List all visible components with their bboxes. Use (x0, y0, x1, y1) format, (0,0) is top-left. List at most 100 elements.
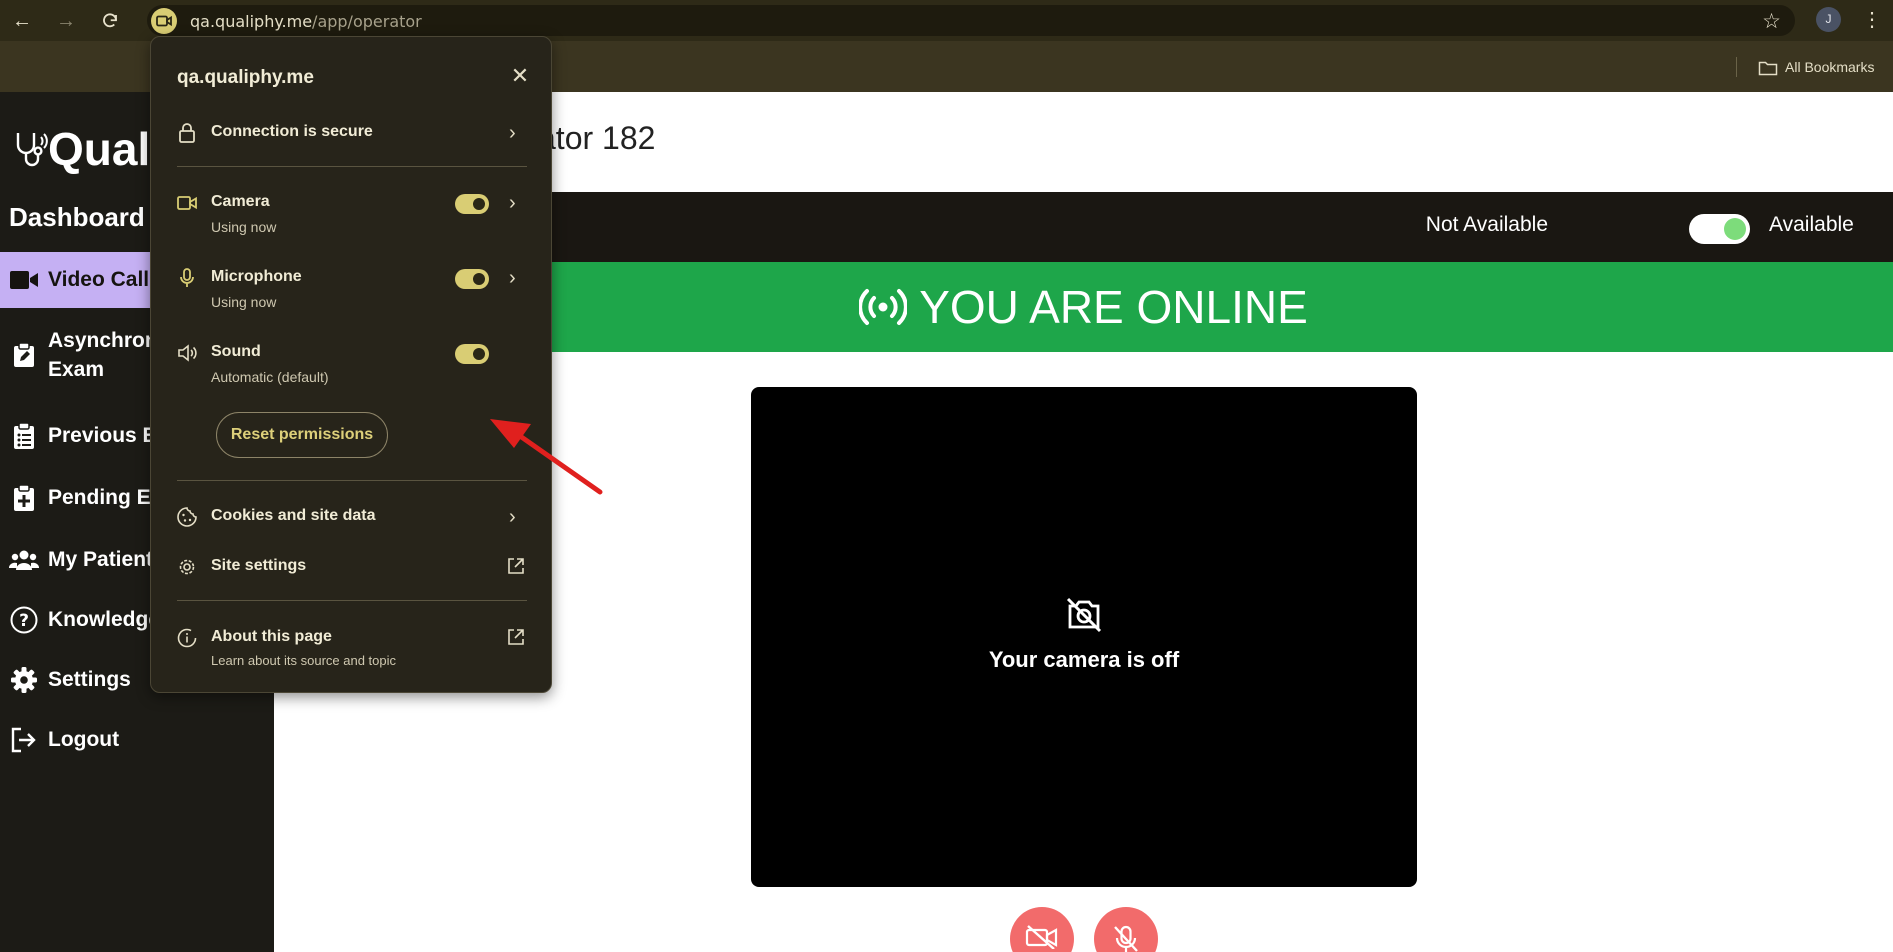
permission-status: Using now (211, 219, 277, 235)
site-info-popup: qa.qualiphy.me ✕ Connection is secure › … (150, 36, 552, 693)
reload-button[interactable] (97, 8, 123, 34)
permission-label: Camera (211, 193, 270, 210)
logo-text: Qual (48, 123, 151, 175)
settings-gear-icon (177, 556, 197, 578)
url-path: /app/operator (312, 12, 422, 31)
availability-toggle[interactable] (1689, 214, 1750, 244)
stethoscope-icon (16, 133, 48, 167)
popup-host: qa.qualiphy.me (177, 67, 314, 88)
not-available-label: Not Available (1425, 213, 1548, 236)
sidebar-item-label: Logout (48, 728, 120, 751)
chevron-right-icon[interactable]: › (509, 192, 516, 214)
permission-label: Sound (211, 343, 261, 360)
permission-status: Automatic (default) (211, 369, 329, 385)
all-bookmarks-label: All Bookmarks (1785, 59, 1875, 75)
chevron-right-icon: › (509, 122, 516, 144)
operator-name: ator 182 (538, 120, 656, 156)
microphone-icon (177, 267, 197, 289)
sidebar-item-label: Settings (48, 668, 131, 691)
lock-icon (177, 122, 197, 144)
profile-avatar[interactable]: J (1816, 7, 1841, 32)
clipboard-list-icon (0, 422, 48, 450)
connection-secure-row[interactable]: Connection is secure › (177, 122, 527, 146)
camera-icon (177, 192, 197, 214)
camera-permission-toggle[interactable] (455, 194, 489, 214)
browser-toolbar: ← → qa.qualiphy.me/app/operator ☆ J ⋮ (0, 0, 1893, 41)
available-label: Available (1769, 213, 1854, 236)
about-label: About this page (211, 628, 332, 645)
url-host: qa.qualiphy.me (190, 12, 313, 31)
toggle-microphone-button[interactable] (1094, 907, 1158, 952)
sidebar-item-label: Pending Ex (48, 486, 163, 509)
sidebar-item-label: Knowledge (48, 608, 161, 631)
sidebar-item-label: Previous E (48, 424, 157, 447)
cookies-label: Cookies and site data (211, 507, 376, 524)
external-link-icon (507, 628, 525, 651)
video-icon (0, 269, 48, 291)
camera-off-icon (751, 597, 1417, 638)
close-icon[interactable]: ✕ (508, 64, 532, 88)
toggle-knob (473, 348, 485, 360)
users-icon (0, 549, 48, 571)
back-button[interactable]: ← (9, 8, 35, 34)
all-bookmarks-button[interactable]: All Bookmarks (1758, 56, 1874, 78)
chevron-right-icon: › (509, 506, 516, 528)
microphone-permission-toggle[interactable] (455, 269, 489, 289)
toggle-knob (473, 273, 485, 285)
popup-divider (177, 166, 527, 167)
clipboard-pen-icon (0, 342, 48, 368)
cookie-icon (177, 506, 197, 528)
gear-icon (0, 666, 48, 694)
speaker-icon (177, 342, 197, 364)
bookmark-star-icon[interactable]: ☆ (1762, 9, 1781, 34)
external-link-icon (507, 557, 525, 580)
camera-off-button-icon (1025, 925, 1058, 949)
site-info-button[interactable] (151, 8, 177, 34)
info-icon (177, 627, 197, 649)
clipboard-plus-icon (0, 484, 48, 512)
permission-row-microphone[interactable]: Microphone Using now › (177, 267, 527, 315)
screen: ← → qa.qualiphy.me/app/operator ☆ J ⋮ Al… (0, 0, 1893, 952)
video-preview: Your camera is off (751, 387, 1417, 887)
sidebar-title: Dashboard (9, 202, 145, 232)
camera-off-text: Your camera is off (988, 647, 1180, 672)
toggle-knob (473, 198, 485, 210)
cookies-row[interactable]: Cookies and site data › (177, 506, 527, 530)
browser-menu-icon[interactable]: ⋮ (1862, 6, 1882, 34)
broadcast-icon (859, 289, 908, 325)
permission-label: Microphone (211, 268, 302, 285)
popup-divider (177, 600, 527, 601)
toggle-camera-button[interactable] (1010, 907, 1074, 952)
question-circle-icon: ? (0, 606, 48, 634)
app-logo[interactable]: Qual (12, 122, 151, 175)
microphone-off-icon (1114, 925, 1138, 952)
bookmarks-separator (1736, 57, 1737, 77)
popup-divider (177, 480, 527, 481)
sidebar-item-label: Video Call (48, 268, 150, 291)
sidebar-item-logout[interactable]: Logout (0, 712, 274, 768)
toggle-knob (1724, 218, 1746, 240)
permission-row-sound[interactable]: Sound Automatic (default) (177, 342, 527, 390)
reset-permissions-button[interactable]: Reset permissions (216, 412, 388, 458)
sound-permission-toggle[interactable] (455, 344, 489, 364)
permission-status: Using now (211, 294, 277, 310)
about-sub: Learn about its source and topic (211, 653, 397, 668)
url-text: qa.qualiphy.me/app/operator (190, 12, 422, 31)
connection-label: Connection is secure (211, 123, 373, 140)
sidebar-item-label: My Patient (48, 548, 154, 571)
sidebar-item-label-line2: Exam (48, 358, 105, 381)
address-bar[interactable]: qa.qualiphy.me/app/operator ☆ (147, 5, 1795, 36)
forward-button[interactable]: → (53, 8, 79, 34)
logout-icon (0, 727, 48, 753)
video-camera-icon (156, 15, 172, 27)
svg-text:?: ? (19, 611, 29, 631)
folder-icon (1758, 61, 1778, 76)
about-page-row[interactable]: About this page Learn about its source a… (177, 627, 527, 675)
site-settings-row[interactable]: Site settings (177, 556, 527, 580)
sidebar-item-label: Asynchron (48, 329, 158, 352)
chevron-right-icon[interactable]: › (509, 267, 516, 289)
online-banner-text: YOU ARE ONLINE (919, 281, 1308, 333)
permission-row-camera[interactable]: Camera Using now › (177, 192, 527, 240)
reload-icon (103, 13, 117, 28)
site-settings-label: Site settings (211, 557, 307, 574)
